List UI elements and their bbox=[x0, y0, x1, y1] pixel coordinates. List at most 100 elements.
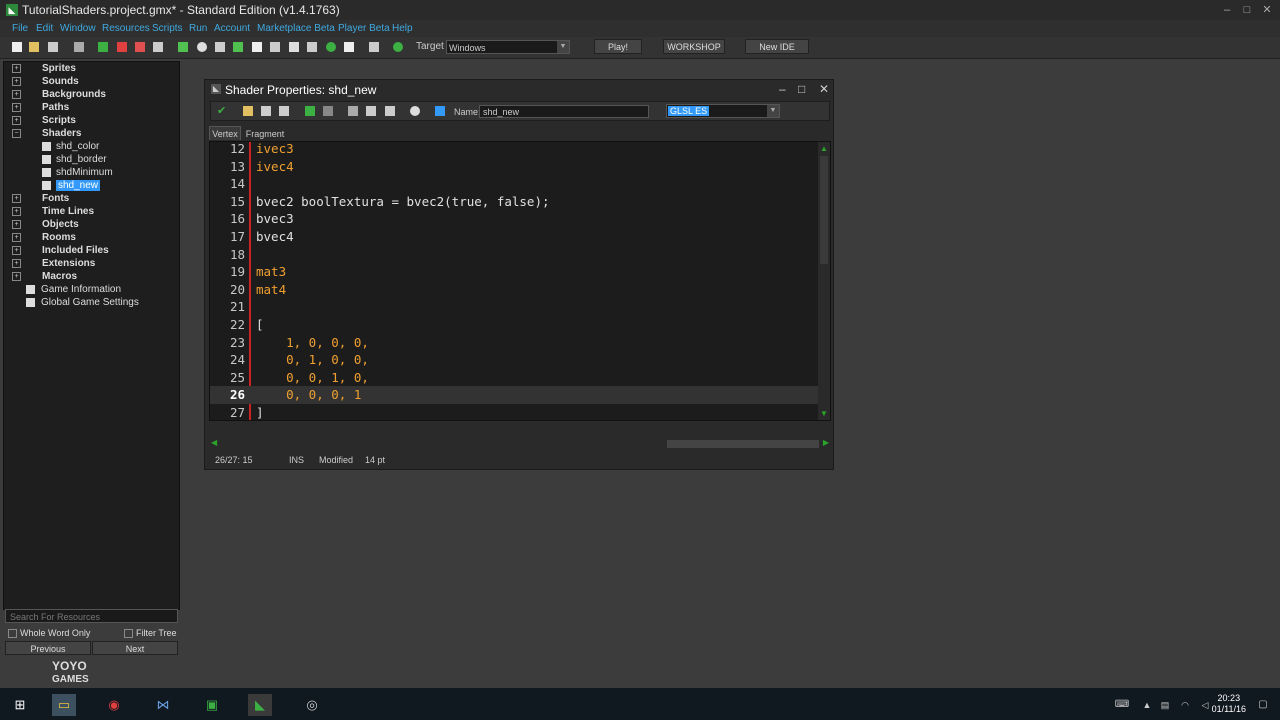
debug-icon[interactable] bbox=[117, 42, 127, 52]
code-line[interactable]: 27] bbox=[210, 404, 818, 420]
target-select[interactable]: Windows ▼ bbox=[446, 40, 570, 54]
menu-account[interactable]: Account bbox=[214, 23, 250, 34]
obs-icon[interactable]: ◎ bbox=[300, 694, 324, 716]
expand-icon[interactable]: + bbox=[12, 207, 21, 216]
menu-edit[interactable]: Edit bbox=[36, 23, 53, 34]
menu-player[interactable]: Player Beta bbox=[338, 23, 390, 34]
goto-line-icon[interactable] bbox=[435, 106, 445, 116]
expand-icon[interactable]: + bbox=[12, 103, 21, 112]
previous-button[interactable]: Previous bbox=[5, 641, 91, 655]
checkbox-icon[interactable] bbox=[8, 629, 17, 639]
workshop-button[interactable]: WORKSHOP bbox=[663, 39, 725, 54]
scroll-down-icon[interactable]: ▼ bbox=[820, 409, 828, 418]
code-line[interactable]: 18 bbox=[210, 246, 818, 264]
help-icon[interactable] bbox=[393, 42, 403, 52]
checkbox-icon[interactable] bbox=[124, 629, 133, 639]
expand-icon[interactable]: + bbox=[12, 220, 21, 229]
redo-icon[interactable] bbox=[323, 106, 333, 116]
paste-icon[interactable] bbox=[385, 106, 395, 116]
save-project-icon[interactable] bbox=[48, 42, 58, 52]
expand-icon[interactable]: + bbox=[12, 90, 21, 99]
code-line[interactable]: 12 ivec3 bbox=[210, 142, 818, 158]
code-line[interactable]: 25 0, 0, 1, 0, bbox=[210, 369, 818, 387]
menu-scripts[interactable]: Scripts bbox=[152, 23, 183, 34]
new-project-icon[interactable] bbox=[12, 42, 22, 52]
next-button[interactable]: Next bbox=[92, 641, 178, 655]
code-line[interactable]: 17 bvec4 bbox=[210, 228, 818, 246]
wifi-icon[interactable]: ◠ bbox=[1178, 694, 1192, 716]
resource-search-input[interactable]: Search For Resources bbox=[5, 609, 178, 623]
scroll-up-icon[interactable]: ▲ bbox=[820, 144, 828, 153]
vertical-scrollbar[interactable]: ▲ ▼ bbox=[818, 142, 830, 420]
add-background-icon[interactable] bbox=[215, 42, 225, 52]
clean-icon[interactable] bbox=[153, 42, 163, 52]
expand-icon[interactable]: + bbox=[12, 194, 21, 203]
expand-icon[interactable]: + bbox=[12, 233, 21, 242]
tab-fragment[interactable]: Fragment bbox=[243, 126, 287, 140]
close-button[interactable]: ✕ bbox=[819, 82, 829, 96]
add-room-icon[interactable] bbox=[344, 42, 354, 52]
save-icon[interactable] bbox=[261, 106, 271, 116]
play-button[interactable]: Play! bbox=[594, 39, 642, 54]
add-sound-icon[interactable] bbox=[197, 42, 207, 52]
code-line[interactable]: 22 [ bbox=[210, 316, 818, 334]
tab-vertex[interactable]: Vertex bbox=[209, 126, 241, 140]
horizontal-scrollbar[interactable]: ◀ ▶ bbox=[209, 438, 831, 450]
expand-icon[interactable]: + bbox=[12, 259, 21, 268]
menu-marketplace[interactable]: Marketplace Beta bbox=[257, 23, 335, 34]
cut-icon[interactable] bbox=[348, 106, 358, 116]
windows-start-icon[interactable]: ⊞ bbox=[8, 694, 32, 716]
scroll-right-icon[interactable]: ▶ bbox=[823, 438, 829, 447]
code-line[interactable]: 21 bbox=[210, 298, 818, 316]
menu-file[interactable]: File bbox=[12, 23, 28, 34]
print-icon[interactable] bbox=[279, 106, 289, 116]
scroll-thumb[interactable] bbox=[667, 440, 819, 448]
file-explorer-icon[interactable]: ▭ bbox=[52, 694, 76, 716]
whole-word-checkbox[interactable]: Whole Word Only bbox=[8, 628, 90, 639]
visual-studio-icon[interactable]: ⋈ bbox=[151, 694, 175, 716]
expand-icon[interactable]: + bbox=[12, 64, 21, 73]
minimize-button[interactable]: – bbox=[779, 82, 786, 96]
menu-run[interactable]: Run bbox=[189, 23, 207, 34]
undo-icon[interactable] bbox=[305, 106, 315, 116]
show-hidden-icons[interactable]: ▲ bbox=[1140, 694, 1154, 716]
collapse-icon[interactable]: − bbox=[12, 129, 21, 138]
system-clock[interactable]: 20:23 01/11/16 bbox=[1212, 693, 1246, 715]
volume-icon[interactable]: ◁ bbox=[1198, 694, 1212, 716]
add-shader-icon[interactable] bbox=[270, 42, 280, 52]
add-timeline-icon[interactable] bbox=[307, 42, 317, 52]
add-sprite-icon[interactable] bbox=[178, 42, 188, 52]
add-font-icon[interactable] bbox=[289, 42, 299, 52]
gamemaker-icon[interactable]: ◣ bbox=[248, 694, 272, 716]
code-line[interactable]: 24 0, 1, 0, 0, bbox=[210, 351, 818, 369]
find-icon[interactable] bbox=[410, 106, 420, 116]
copy-icon[interactable] bbox=[366, 106, 376, 116]
filter-tree-checkbox[interactable]: Filter Tree bbox=[124, 628, 177, 639]
open-project-icon[interactable] bbox=[29, 42, 39, 52]
scroll-left-icon[interactable]: ◀ bbox=[211, 438, 217, 447]
network-icon[interactable]: ▤ bbox=[1158, 694, 1172, 716]
stop-icon[interactable] bbox=[135, 42, 145, 52]
keyboard-icon[interactable]: ⌨ bbox=[1112, 694, 1132, 716]
notifications-icon[interactable]: ▢ bbox=[1254, 694, 1272, 716]
shader-language-select[interactable]: GLSL ES ▼ bbox=[666, 104, 780, 118]
add-path-icon[interactable] bbox=[233, 42, 243, 52]
add-object-icon[interactable] bbox=[326, 42, 336, 52]
add-script-icon[interactable] bbox=[252, 42, 262, 52]
expand-icon[interactable]: + bbox=[12, 272, 21, 281]
menu-help[interactable]: Help bbox=[392, 23, 413, 34]
chrome-icon[interactable]: ◉ bbox=[102, 694, 126, 716]
scroll-thumb[interactable] bbox=[820, 156, 828, 264]
run-icon[interactable] bbox=[98, 42, 108, 52]
gamemaker-ide-icon[interactable]: ▣ bbox=[200, 694, 224, 716]
code-line[interactable]: 15 bvec2 boolTextura = bvec2(true, false)… bbox=[210, 193, 818, 211]
create-executable-icon[interactable] bbox=[74, 42, 84, 52]
menu-window[interactable]: Window bbox=[60, 23, 96, 34]
minimize-button[interactable]: – bbox=[1216, 0, 1238, 20]
game-settings-icon[interactable] bbox=[369, 42, 379, 52]
expand-icon[interactable]: + bbox=[12, 77, 21, 86]
maximize-button[interactable]: □ bbox=[1236, 0, 1258, 20]
expand-icon[interactable]: + bbox=[12, 116, 21, 125]
load-icon[interactable] bbox=[243, 106, 253, 116]
expand-icon[interactable]: + bbox=[12, 246, 21, 255]
